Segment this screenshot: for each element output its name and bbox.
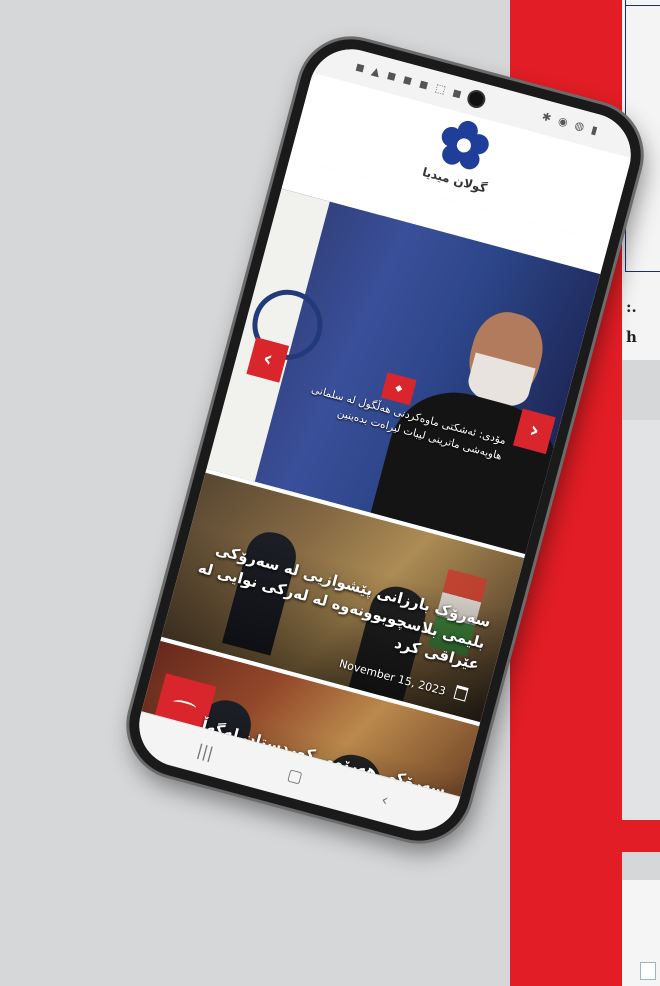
red-accent-bar bbox=[572, 820, 660, 852]
side-text-1: :. bbox=[626, 298, 637, 316]
grey-panel bbox=[622, 420, 660, 828]
back-icon[interactable]: ‹ bbox=[370, 786, 399, 815]
status-icons-right: ✱ ◉ ◍ ▮ bbox=[540, 109, 601, 138]
home-icon[interactable]: ▢ bbox=[280, 761, 309, 790]
side-text-2: h bbox=[626, 328, 637, 346]
front-camera-icon bbox=[467, 90, 485, 108]
checkbox-fragment bbox=[640, 962, 656, 980]
recent-apps-icon[interactable]: ||| bbox=[190, 737, 219, 766]
frame-top-line bbox=[625, 2, 660, 6]
